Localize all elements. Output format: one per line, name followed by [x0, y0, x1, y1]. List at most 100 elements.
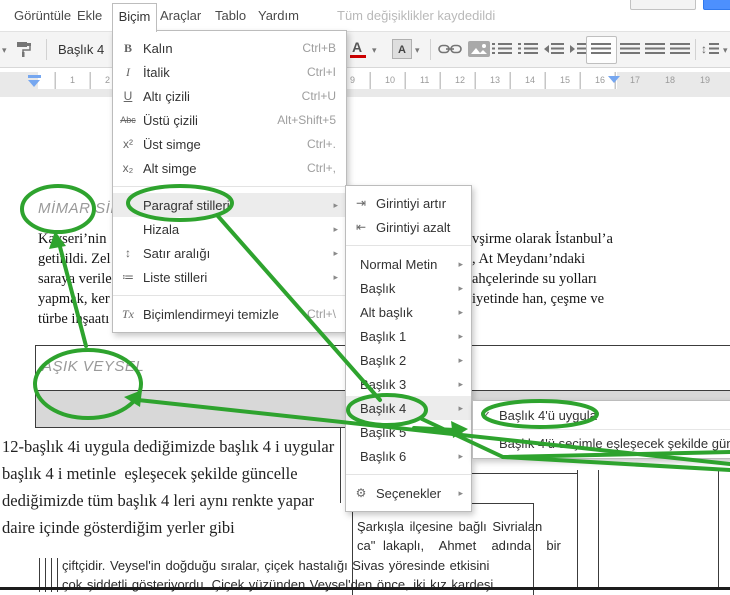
menu-item-strikethrough[interactable]: Abc Üstü çizili Alt+Shift+5 — [113, 108, 346, 132]
menu-item-heading3[interactable]: Başlık 3 ▸ — [346, 372, 471, 396]
doc-text-line[interactable]: 12-başlık 4i uygula dediğimizde başlık 4… — [2, 437, 334, 457]
doc-text-line[interactable]: getirildi. Zel — [38, 251, 110, 268]
menu-item-decrease-indent[interactable]: ⇤ Girintiyi azalt — [346, 215, 471, 239]
doc-text-line[interactable]: Kayseri’nin — [38, 231, 106, 248]
menu-item-subscript[interactable]: x₂ Alt simge Ctrl+, — [113, 156, 346, 180]
heading-asik-veysel[interactable]: AŞIK VEYSEL — [42, 358, 144, 375]
clear-formatting-icon: Tx — [122, 306, 134, 321]
menu-table[interactable]: Tablo — [215, 8, 246, 23]
share-button[interactable] — [703, 0, 730, 10]
increase-indent-icon[interactable] — [570, 45, 575, 53]
doc-text-line[interactable]: çiftçidir. Veysel'in doğduğu sıralar, çi… — [62, 558, 489, 573]
menu-item-heading2[interactable]: Başlık 2 ▸ — [346, 348, 471, 372]
menu-shortcut: Alt+Shift+5 — [277, 113, 336, 127]
doc-text-line[interactable]: daire içinde gösterdiğim yerler gibi — [2, 518, 235, 538]
increase-indent-icon: ⇥ — [355, 196, 367, 210]
insert-link-icon[interactable] — [438, 43, 462, 55]
menu-item-options[interactable]: ⚙ Seçenekler ▸ — [346, 481, 471, 505]
ruler-number: 15 — [560, 75, 571, 85]
menu-item-title[interactable]: Başlık ▸ — [346, 276, 471, 300]
submenu-arrow-icon: ▸ — [458, 378, 463, 389]
menu-item-heading5[interactable]: Başlık 5 ▸ — [346, 420, 471, 444]
menu-item-italic[interactable]: I İtalik Ctrl+I — [113, 60, 346, 84]
menu-item-heading1[interactable]: Başlık 1 ▸ — [346, 324, 471, 348]
menu-item-align[interactable]: Hizala ▸ — [113, 217, 346, 241]
menu-tools[interactable]: Araçlar — [160, 8, 201, 23]
menu-item-superscript[interactable]: x² Üst simge Ctrl+. — [113, 132, 346, 156]
format-menu: B Kalın Ctrl+B I İtalik Ctrl+I U Altı çi… — [112, 30, 347, 333]
chevron-down-icon[interactable]: ▾ — [2, 45, 7, 56]
ruler-number: 13 — [490, 75, 501, 85]
doc-text-line[interactable]: , At Meydanı’ndaki — [472, 251, 585, 268]
menu-item-label: Başlık — [360, 280, 396, 296]
bulleted-list-icon[interactable] — [518, 43, 538, 55]
insert-image-icon[interactable] — [468, 41, 490, 57]
menu-separator — [113, 186, 346, 187]
menu-item-label: Hizala — [143, 221, 180, 237]
menu-item-bold[interactable]: B Kalın Ctrl+B — [113, 36, 346, 60]
menu-item-subtitle[interactable]: Alt başlık ▸ — [346, 300, 471, 324]
chevron-down-icon[interactable]: ▾ — [415, 45, 420, 56]
doc-text-line[interactable]: türbe inşaatı — [38, 311, 109, 328]
menu-item-update-heading4[interactable]: Başlık 4'ü seçimle eşleşecek şekilde gün… — [473, 430, 730, 457]
doc-text-line[interactable]: iyetinde han, çeşme ve — [472, 291, 604, 308]
align-left-icon[interactable] — [591, 43, 611, 55]
menu-item-apply-heading4[interactable]: ✓ Başlık 4'ü uygula — [473, 402, 730, 429]
doc-text-line[interactable]: ca" lakaplı, Ahmet adında bir — [357, 538, 561, 553]
menu-format[interactable]: Biçim — [112, 3, 157, 32]
menu-insert[interactable]: Ekle — [77, 8, 102, 23]
menu-item-heading4[interactable]: Başlık 4 ▸ — [346, 396, 471, 420]
highlight-color-icon[interactable]: A — [392, 39, 412, 59]
doc-text-line[interactable]: Şarkışla ilçesine bağlı Sivrialan — [357, 519, 542, 534]
menu-item-line-spacing[interactable]: ↕ Satır aralığı ▸ — [113, 241, 346, 265]
menu-item-label: Başlık 3 — [360, 376, 407, 392]
line-spacing-bars — [709, 43, 719, 55]
submenu-arrow-icon: ▸ — [458, 354, 463, 365]
menu-item-label: Altı çizili — [143, 88, 190, 104]
doc-text-line[interactable]: başlık 4 i metinle eşleşecek şekilde gün… — [2, 464, 298, 484]
menu-item-clear-formatting[interactable]: Tx Biçimlendirmeyi temizle Ctrl+\ — [113, 302, 346, 326]
menu-help[interactable]: Yardım — [258, 8, 299, 23]
paragraph-style-selector[interactable]: Başlık 4 — [58, 42, 104, 57]
table-border — [470, 473, 577, 474]
doc-text-line[interactable]: saraya verile — [38, 271, 112, 288]
highlight-glyph: A — [398, 44, 406, 56]
doc-text-line[interactable]: dediğimizde tüm başlık 4 leri aynı renkt… — [2, 491, 314, 511]
ruler[interactable]: 12345678910111213141516171819 — [0, 72, 730, 89]
save-status: Tüm değişiklikler kaydedildi — [337, 8, 496, 23]
doc-text-line[interactable]: vşirme olarak İstanbul’a — [472, 231, 613, 248]
chevron-down-icon[interactable]: ▾ — [372, 45, 377, 56]
menu-item-list-styles[interactable]: ≔ Liste stilleri ▸ — [113, 265, 346, 289]
comments-button[interactable] — [630, 0, 696, 10]
submenu-arrow-icon: ▸ — [458, 282, 463, 293]
submenu-arrow-icon: ▸ — [458, 426, 463, 437]
check-icon: ✓ — [480, 407, 492, 423]
text-color-bar — [350, 55, 366, 58]
menu-item-increase-indent[interactable]: ⇥ Girintiyi artır — [346, 191, 471, 215]
first-line-indent-marker[interactable] — [28, 75, 41, 78]
menu-item-normal-text[interactable]: Normal Metin ▸ — [346, 252, 471, 276]
decrease-indent-icon[interactable] — [544, 45, 549, 53]
strikethrough-icon: Abc — [120, 115, 136, 125]
chevron-down-icon[interactable]: ▾ — [723, 45, 728, 56]
menu-item-underline[interactable]: U Altı çizili Ctrl+U — [113, 84, 346, 108]
right-indent-marker[interactable] — [608, 76, 620, 83]
align-right-icon[interactable] — [645, 43, 665, 55]
doc-text-line[interactable]: yapmak, ker — [38, 291, 110, 308]
menu-item-label: Başlık 4 — [360, 400, 407, 416]
align-center-icon[interactable] — [620, 43, 640, 55]
menu-item-label: Başlık 2 — [360, 352, 407, 368]
line-spacing-icon[interactable]: ↕ — [701, 42, 707, 56]
menu-item-label: Üst simge — [143, 136, 201, 152]
menu-item-paragraph-styles[interactable]: Paragraf stilleri ▸ — [113, 193, 346, 217]
gear-icon: ⚙ — [355, 486, 367, 500]
left-indent-marker[interactable] — [28, 80, 40, 87]
numbered-list-icon[interactable] — [492, 43, 512, 55]
doc-text-line[interactable]: ahçelerinde su yolları — [472, 271, 597, 288]
menu-view[interactable]: Görüntüle — [14, 8, 71, 23]
menu-item-heading6[interactable]: Başlık 6 ▸ — [346, 444, 471, 468]
align-justify-icon[interactable] — [670, 43, 690, 55]
text-color-icon[interactable]: A — [352, 39, 362, 55]
heading-mimar-sinan[interactable]: MİMAR SİN — [38, 200, 122, 217]
paint-format-icon[interactable] — [15, 40, 33, 58]
